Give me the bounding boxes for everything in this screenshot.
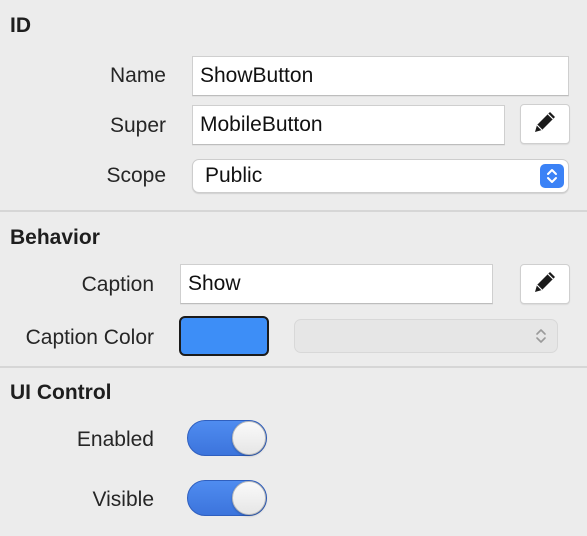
edit-caption-button[interactable] xyxy=(520,264,570,304)
edit-super-button[interactable] xyxy=(520,104,570,144)
pencil-icon xyxy=(531,268,559,301)
enabled-label: Enabled xyxy=(76,428,154,451)
divider xyxy=(0,366,587,368)
section-title-ui-control: UI Control xyxy=(10,381,112,404)
divider xyxy=(0,210,587,212)
enabled-toggle[interactable] xyxy=(187,420,267,456)
caption-color-well[interactable] xyxy=(179,316,269,356)
section-title-id: ID xyxy=(10,14,31,37)
toggle-knob xyxy=(232,481,266,515)
pencil-icon xyxy=(531,108,559,141)
scope-select[interactable]: Public xyxy=(192,159,569,193)
toggle-knob xyxy=(232,421,266,455)
caption-color-label: Caption Color xyxy=(25,326,154,349)
updown-chevron-icon xyxy=(535,327,547,350)
caption-field[interactable]: Show xyxy=(180,264,493,304)
caption-color-select xyxy=(294,319,558,353)
visible-toggle[interactable] xyxy=(187,480,267,516)
scope-value: Public xyxy=(205,164,263,187)
visible-label: Visible xyxy=(92,488,154,511)
super-field[interactable]: MobileButton xyxy=(192,105,505,145)
updown-chevron-icon xyxy=(540,164,564,188)
caption-label: Caption xyxy=(81,273,154,296)
super-label: Super xyxy=(109,114,166,137)
name-field[interactable]: ShowButton xyxy=(192,56,569,96)
section-title-behavior: Behavior xyxy=(10,226,100,249)
scope-label: Scope xyxy=(106,164,166,187)
name-label: Name xyxy=(109,64,166,87)
